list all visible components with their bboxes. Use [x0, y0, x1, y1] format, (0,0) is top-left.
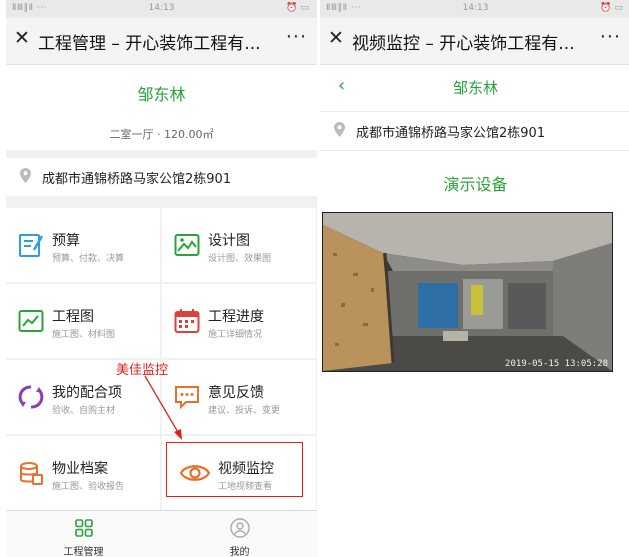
- annotation-arrow: [144, 375, 182, 440]
- user-icon: [230, 518, 250, 538]
- sub-header: ‹ 邹东林: [320, 65, 629, 112]
- right-phone-screen: ⅡⅢ‖Ⅱ ··· 14:13 ⏰ ▭ ✕ 视频监控 – 开心装饰工程有... ·…: [320, 0, 629, 557]
- status-time: 14:13: [462, 3, 489, 13]
- tile-subtitle: 施工图、验收报告: [52, 482, 125, 492]
- budget-icon: [19, 234, 44, 257]
- tile-subtitle: 验收、自购主材: [52, 406, 116, 416]
- status-bar: ⅡⅢ‖Ⅱ ··· 14:13 ⏰ ▭: [6, 0, 317, 18]
- calendar-icon: [174, 309, 200, 333]
- bottom-tab-bar: 工程管理 我的: [6, 510, 317, 557]
- project-header: 邹东林 二室一厅 · 120.00㎡: [6, 65, 317, 150]
- tab-label: 工程管理: [63, 547, 104, 557]
- tile-title: 设计图: [208, 233, 250, 249]
- more-options-button[interactable]: ···: [286, 26, 307, 48]
- tab-mine[interactable]: 我的: [162, 511, 317, 557]
- tab-project-management[interactable]: 工程管理: [6, 511, 161, 557]
- status-bar: ⅡⅢ‖Ⅱ ··· 14:13 ⏰ ▭: [320, 0, 629, 18]
- tile-title: 工程图: [52, 309, 94, 325]
- tile-design[interactable]: 设计图 设计图、效果图: [162, 208, 316, 282]
- more-options-button[interactable]: ···: [600, 26, 621, 48]
- tile-subtitle: 建议、投诉、变更: [208, 406, 281, 416]
- tile-engineering-drawing[interactable]: 工程图 施工图、材料图: [6, 284, 160, 358]
- status-icons: ⏰ ▭: [286, 3, 309, 13]
- engineering-chart-icon: [18, 310, 44, 332]
- tile-title: 意见反馈: [208, 385, 264, 401]
- archive-icon: [20, 462, 43, 485]
- tile-title: 物业档案: [52, 461, 108, 477]
- project-description: 二室一厅 · 120.00㎡: [109, 128, 214, 141]
- address-text: 成都市通锦桥路马家公馆2栋901: [356, 126, 546, 141]
- cycle-icon: [18, 385, 44, 409]
- address-row: 成都市通锦桥路马家公馆2栋901: [320, 112, 629, 151]
- tile-title: 工程进度: [208, 309, 264, 325]
- top-nav-bar: ✕ 视频监控 – 开心装饰工程有... ···: [320, 18, 629, 65]
- address-row: 成都市通锦桥路马家公馆2栋901: [6, 158, 317, 196]
- tile-progress[interactable]: 工程进度 施工详细情况: [162, 284, 316, 358]
- video-timestamp: 2019-05-15 13:05:28: [505, 359, 608, 369]
- page-title: 工程管理 – 开心装饰工程有...: [38, 34, 261, 54]
- tile-subtitle: 施工图、材料图: [52, 330, 116, 340]
- surveillance-video-frame[interactable]: 2019-05-15 13:05:28: [322, 212, 613, 372]
- location-pin-icon: [20, 168, 31, 183]
- tile-property-archive[interactable]: 物业档案 施工图、验收报告: [6, 436, 160, 510]
- status-icons: ⏰ ▭: [600, 3, 623, 13]
- top-nav-bar: ✕ 工程管理 – 开心装饰工程有... ···: [6, 18, 317, 65]
- device-name[interactable]: 演示设备: [320, 171, 629, 195]
- annotation-highlight-box: [166, 442, 303, 497]
- tile-budget[interactable]: 预算 预算、付款、决算: [6, 208, 160, 282]
- tile-subtitle: 施工详细情况: [208, 330, 263, 340]
- tile-subtitle: 预算、付款、决算: [52, 254, 125, 264]
- grid-icon: [75, 519, 93, 537]
- status-time: 14:13: [148, 3, 175, 13]
- left-phone-screen: ⅡⅢ‖Ⅱ ··· 14:13 ⏰ ▭ ✕ 工程管理 – 开心装饰工程有... ·…: [6, 0, 317, 557]
- tile-subtitle: 设计图、效果图: [208, 254, 272, 264]
- tab-label: 我的: [229, 547, 250, 557]
- page-title: 视频监控 – 开心装饰工程有...: [352, 34, 575, 54]
- address-text: 成都市通锦桥路马家公馆2栋901: [42, 172, 232, 187]
- close-icon[interactable]: ✕: [328, 27, 344, 49]
- project-owner-name: 邹东林: [452, 79, 498, 97]
- project-owner-name: 邹东林: [137, 85, 186, 104]
- video-scene-image: [323, 213, 612, 371]
- tile-title: 我的配合项: [52, 385, 122, 401]
- location-pin-icon: [334, 122, 345, 137]
- tile-title: 预算: [52, 233, 80, 249]
- design-image-icon: [174, 234, 200, 256]
- close-icon[interactable]: ✕: [14, 27, 30, 49]
